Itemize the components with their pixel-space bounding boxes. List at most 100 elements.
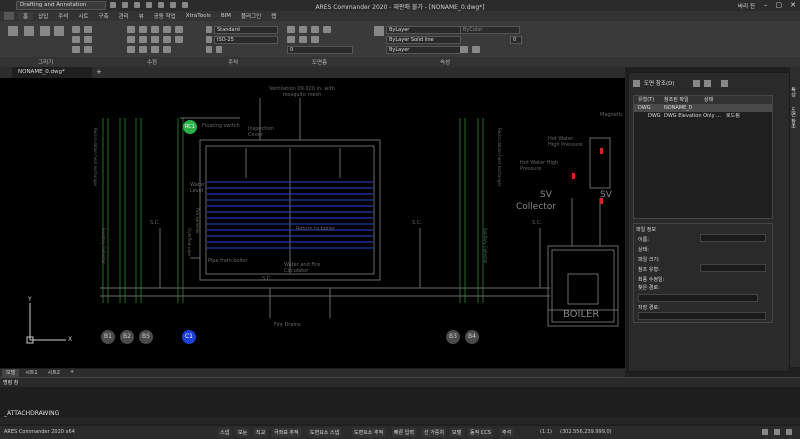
table-row[interactable]: DWG NONAME_0 xyxy=(634,104,772,112)
point-icon[interactable] xyxy=(72,46,80,53)
reload-icon[interactable] xyxy=(703,79,711,87)
dim-style-dropdown[interactable]: ISO-25 xyxy=(214,36,278,44)
notification-icon[interactable] xyxy=(774,429,780,435)
toggle-ortho[interactable]: 직교 xyxy=(254,428,268,437)
drawing-canvas[interactable]: Ventilation 09.020 in. with mosquito mes… xyxy=(0,78,625,368)
toggle-esnap[interactable]: 도면요소 스냅 xyxy=(308,428,342,437)
add-layout-tab-button[interactable]: + xyxy=(66,369,78,377)
polyline-icon[interactable] xyxy=(24,26,34,36)
tab-annotate[interactable]: 주석 xyxy=(53,12,73,20)
transparency-value[interactable]: 0 xyxy=(510,36,522,44)
tab-bim[interactable]: BIM xyxy=(216,13,236,19)
layer-freeze-icon[interactable] xyxy=(311,26,319,33)
properties-icon[interactable] xyxy=(472,46,480,53)
rectangle-icon[interactable] xyxy=(40,26,50,36)
line-icon[interactable] xyxy=(8,26,18,36)
tab-sheet[interactable]: 시트 xyxy=(73,12,93,20)
layer-previous-icon[interactable] xyxy=(287,36,295,43)
chamfer-icon[interactable] xyxy=(163,36,171,43)
tab-insert[interactable]: 삽입 xyxy=(33,12,53,20)
add-doc-tab-button[interactable]: + xyxy=(92,67,106,78)
layer-dropdown[interactable]: 0 xyxy=(287,46,353,54)
tab-lab[interactable]: 랩 xyxy=(266,12,281,20)
command-input[interactable] xyxy=(0,418,800,424)
tab-sheet2[interactable]: 시트2 xyxy=(44,369,64,377)
copy-icon[interactable] xyxy=(139,26,147,33)
toggle-annotation[interactable]: 주석 xyxy=(500,428,514,437)
tab-home[interactable]: 홈 xyxy=(18,12,34,20)
col-type[interactable]: 유형(T) xyxy=(634,96,664,104)
toggle-model[interactable]: 모델 xyxy=(450,428,464,437)
stretch-icon[interactable] xyxy=(151,46,159,53)
user-name[interactable]: 바리 진 xyxy=(738,2,755,10)
tab-xtratools[interactable]: XtraTools xyxy=(181,13,216,19)
attach-icon[interactable] xyxy=(633,79,640,87)
minimize-icon[interactable]: – xyxy=(764,1,768,9)
info-reftype-dropdown[interactable] xyxy=(700,264,766,272)
tab-plugins[interactable]: 플러그인 xyxy=(236,12,266,20)
region-icon[interactable] xyxy=(84,36,92,43)
settings-icon[interactable] xyxy=(762,429,768,435)
mirror-icon[interactable] xyxy=(163,26,171,33)
match-properties-icon[interactable] xyxy=(374,26,384,36)
table-icon[interactable] xyxy=(216,46,222,53)
help-icon[interactable] xyxy=(720,79,728,87)
toggle-polar[interactable]: 극좌표 추적 xyxy=(272,428,301,437)
doc-tab-noname[interactable]: NONAME_0.dwg* xyxy=(12,67,92,78)
circle-icon[interactable] xyxy=(54,26,64,36)
toggle-lineweight[interactable]: 선 가중치 xyxy=(422,428,446,437)
info-name-field[interactable] xyxy=(700,234,766,242)
fillet-icon[interactable] xyxy=(151,36,159,43)
side-tab-drawing-reference[interactable]: 도면 참조 xyxy=(790,97,797,129)
toggle-quick-input[interactable]: 빠른 입력 xyxy=(392,428,416,437)
layer-isolate-icon[interactable] xyxy=(299,36,307,43)
tab-manage[interactable]: 관리 xyxy=(114,12,134,20)
layer-match-icon[interactable] xyxy=(311,36,319,43)
refresh-icon[interactable] xyxy=(692,79,700,87)
offset-icon[interactable] xyxy=(127,46,135,53)
toggle-etrack[interactable]: 도면요소 추적 xyxy=(352,428,386,437)
table-row[interactable]: DWG DWG Elevation Only ... 로드됨 xyxy=(634,112,772,120)
ellipse-icon[interactable] xyxy=(84,26,92,33)
tabs-menu-icon[interactable] xyxy=(0,67,12,78)
scale-icon[interactable] xyxy=(175,26,183,33)
maximize-icon[interactable]: ▢ xyxy=(776,1,783,9)
spline-icon[interactable] xyxy=(84,46,92,53)
col-status[interactable]: 상태 xyxy=(704,96,744,104)
lineweight-dropdown[interactable]: ByLayer xyxy=(386,46,461,54)
move-icon[interactable] xyxy=(127,26,135,33)
annotation-scale[interactable]: (1:1) xyxy=(540,429,552,435)
explode-icon[interactable] xyxy=(139,46,147,53)
hatch-icon[interactable] xyxy=(72,36,80,43)
tab-build[interactable]: 구축 xyxy=(93,12,113,20)
tab-sheet1[interactable]: 시트1 xyxy=(21,369,41,377)
info-saved-path-field[interactable] xyxy=(638,312,766,320)
layer-manager-icon[interactable] xyxy=(287,26,295,33)
layer-state-icon[interactable] xyxy=(299,26,307,33)
transparency-dropdown[interactable]: ByColor xyxy=(460,26,520,34)
tab-view[interactable]: 뷰 xyxy=(134,12,149,20)
dimension-icon[interactable] xyxy=(206,36,212,43)
color-dropdown[interactable]: ByLayer xyxy=(386,26,461,34)
rotate-icon[interactable] xyxy=(151,26,159,33)
extend-icon[interactable] xyxy=(139,36,147,43)
info-found-path-field[interactable] xyxy=(638,294,758,302)
trim-icon[interactable] xyxy=(127,36,135,43)
tab-collaborate[interactable]: 공동 작업 xyxy=(149,12,181,20)
leader-icon[interactable] xyxy=(206,46,212,53)
text-style-dropdown[interactable]: Standard xyxy=(214,26,278,34)
col-file[interactable]: 참조된 파일 xyxy=(664,96,704,104)
panel-title[interactable]: 도면 참조(D) xyxy=(644,79,675,87)
toggle-dynamic-ccs[interactable]: 동적 CCS xyxy=(468,428,493,437)
toggle-snap[interactable]: 스냅 xyxy=(218,428,232,437)
customize-icon[interactable] xyxy=(786,429,792,435)
erase-icon[interactable] xyxy=(163,46,171,53)
linetype-dropdown[interactable]: ByLayer Solid line xyxy=(386,36,461,44)
app-menu-icon[interactable] xyxy=(4,12,14,20)
toggle-grid[interactable]: 모눈 xyxy=(236,428,250,437)
close-icon[interactable]: ✕ xyxy=(790,1,796,9)
arc-icon[interactable] xyxy=(72,26,80,33)
text-icon[interactable] xyxy=(206,26,212,33)
side-tab-properties[interactable]: 특성 xyxy=(790,67,797,97)
list-icon[interactable] xyxy=(460,46,468,53)
